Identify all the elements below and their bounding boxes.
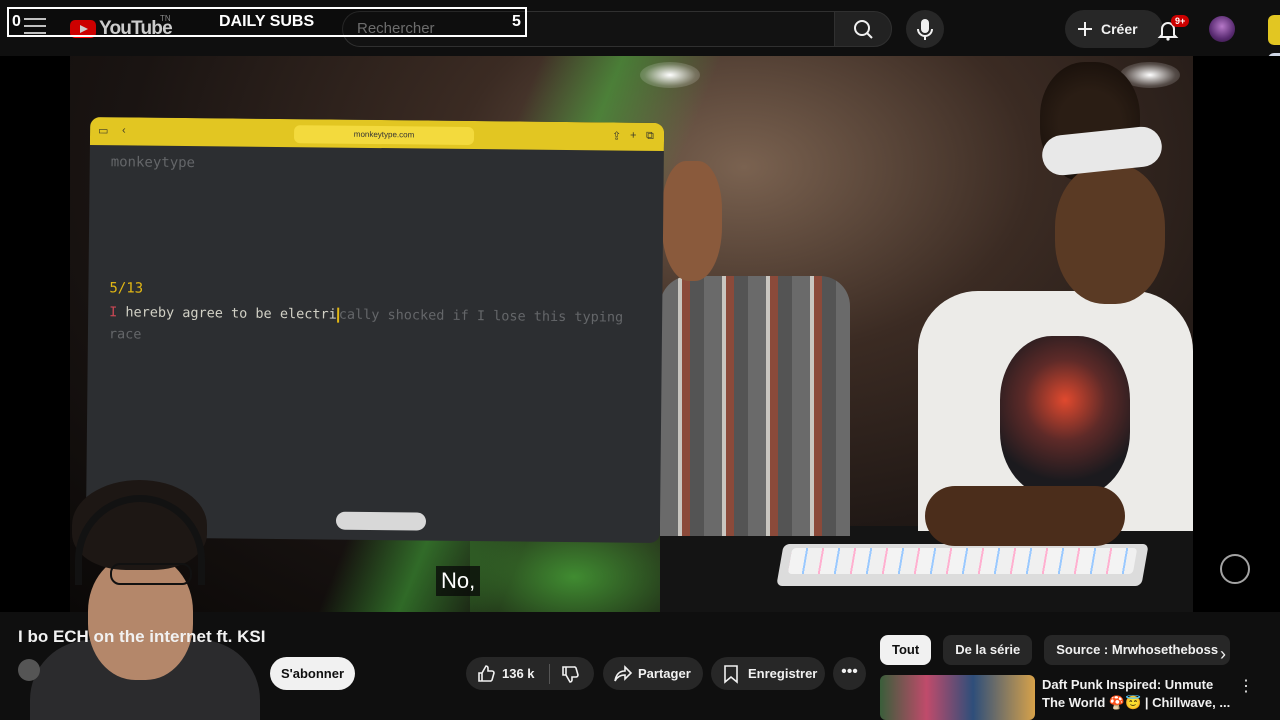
dislike-icon[interactable] (560, 664, 580, 684)
keyboard-toolbar (335, 511, 427, 531)
plus-icon (1078, 22, 1092, 36)
typing-text: I hereby agree to be electri cally shocke… (109, 301, 629, 350)
kebab-menu-icon[interactable]: ⋮ (1238, 676, 1254, 696)
webcam-glasses (110, 563, 192, 585)
video-title: I bo ECH on the internet ft. KSI (18, 627, 266, 646)
account-avatar[interactable] (1209, 16, 1235, 42)
like-icon[interactable] (476, 664, 496, 684)
overlay-left-count: 0 (12, 13, 21, 30)
word-progress: 5/13 (109, 280, 144, 297)
overlay-right-count: 5 (512, 13, 521, 30)
like-divider (549, 664, 550, 684)
subscribe-button[interactable]: S'abonner (270, 657, 355, 690)
chip-all[interactable]: Tout (880, 635, 932, 665)
recommendation-thumbnail[interactable] (880, 675, 1035, 720)
person-right-head (1055, 164, 1165, 304)
notification-badge: 9+ (1171, 15, 1190, 27)
share-icon: ⇪ (611, 130, 622, 143)
person-left-head (662, 161, 722, 281)
url-text: monkeytype.com (353, 129, 415, 140)
search-button[interactable] (834, 11, 892, 47)
more-actions-button[interactable]: ••• (833, 657, 866, 690)
share-label: Partager (638, 666, 691, 681)
save-label: Enregistrer (748, 666, 818, 681)
channel-avatar[interactable] (18, 659, 40, 681)
voice-search-button[interactable] (906, 10, 944, 48)
back-icon: ‹ (122, 124, 126, 137)
bookmark-icon (724, 665, 738, 684)
new-tab-icon: + (629, 129, 637, 142)
person-left-shirt (660, 276, 850, 536)
hands (925, 486, 1125, 546)
share-icon (614, 665, 633, 682)
side-tab[interactable] (1268, 15, 1280, 45)
url-bar: monkeytype.com (293, 125, 475, 146)
keyboard-keys (787, 548, 1138, 574)
channel-watermark-icon[interactable] (1220, 554, 1250, 584)
like-count: 136 k (502, 666, 535, 681)
ceiling-light (640, 62, 700, 88)
shirt-graphic (1000, 336, 1130, 496)
recommendation-title[interactable]: Daft Punk Inspired: Unmute The World 🍄😇 … (1042, 676, 1232, 712)
chip-series[interactable]: De la série (943, 635, 1033, 665)
subtitle-caption: No, (436, 566, 481, 596)
search-icon (854, 20, 873, 39)
microphone-icon (917, 19, 933, 40)
overlay-title: DAILY SUBS (219, 13, 315, 30)
monkeytype-window: ▭ ‹ monkeytype.com ⇪ + ⧉ monkeytype 5/13… (85, 117, 665, 543)
create-button[interactable]: Créer (1065, 10, 1163, 48)
chevron-right-icon[interactable]: › (1220, 644, 1226, 665)
tabs-icon: ⧉ (645, 129, 654, 142)
sidebar-icon: ▭ (98, 125, 109, 138)
monkeytype-logo: monkeytype (110, 154, 196, 172)
typed-text: hereby agree to be electri (117, 304, 337, 323)
create-label: Créer (1101, 21, 1138, 37)
chip-source[interactable]: Source : Mrwhosetheboss (1044, 635, 1231, 665)
related-filter-chips: Tout De la série Source : Mrwhosetheboss (880, 635, 1231, 665)
